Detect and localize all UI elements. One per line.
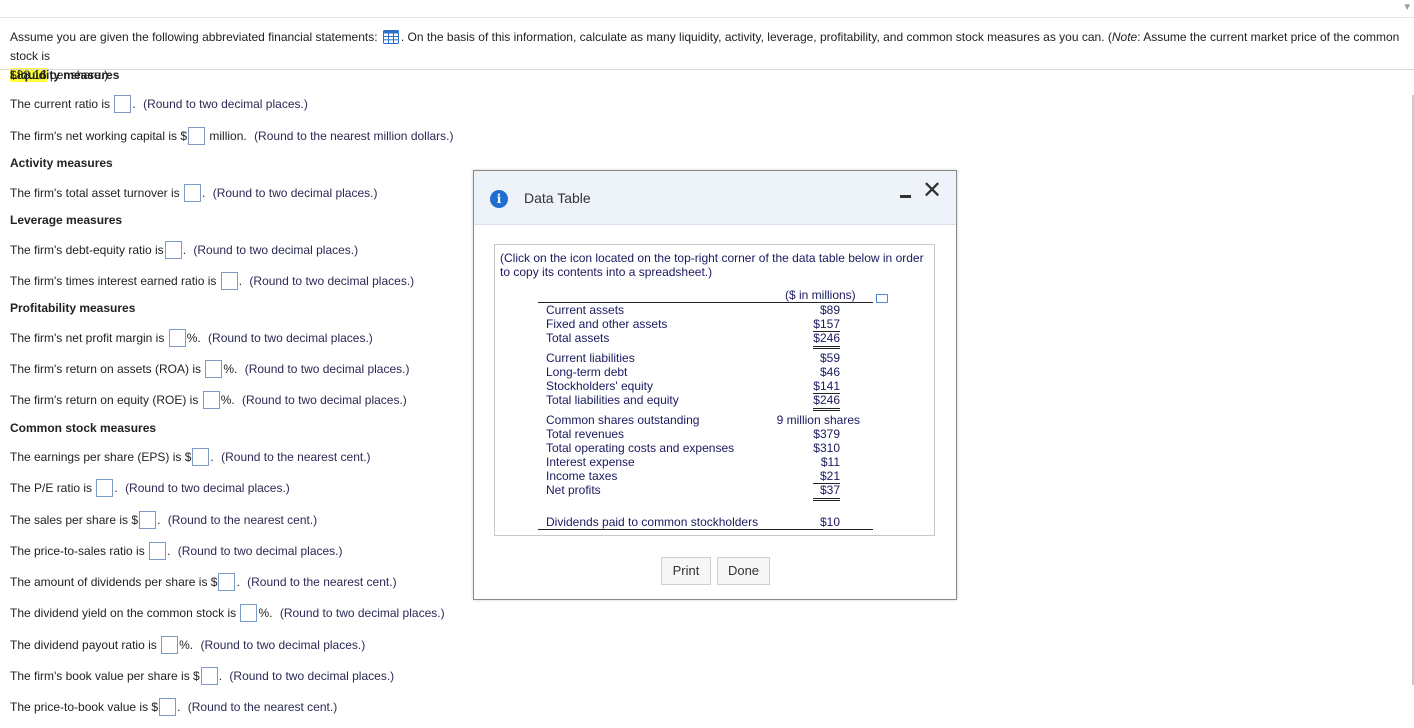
modal-title: Data Table [524,190,591,206]
minimize-button[interactable] [898,183,912,203]
price-to-book-input[interactable] [159,698,177,716]
row-value: $379 [813,427,840,441]
row-label: Total assets [546,331,610,345]
row-label: Stockholders' equity [546,379,654,393]
section-liquidity: Liquidity measures [10,68,120,82]
debt-equity-line: The firm's debt-equity ratio is. (Round … [10,241,359,259]
top-bar [0,0,1414,18]
roe-input[interactable] [202,391,220,409]
dividends-per-share-line: The amount of dividends per share is $. … [10,573,397,591]
eps-line: The earnings per share (EPS) is $. (Roun… [10,448,371,466]
note-word: Note [1111,30,1138,44]
double-rule [813,498,840,499]
sales-per-share-line: The sales per share is $. (Round to the … [10,511,318,529]
row-label: Interest expense [546,455,635,469]
row-value: $59 [819,351,840,365]
current-ratio-line: The current ratio is . (Round to two dec… [10,95,308,113]
data-table-icon[interactable] [382,30,399,44]
book-value-per-share-input[interactable] [200,667,218,685]
section-profitability: Profitability measures [10,301,136,315]
modal-header: i Data Table ✕ [474,171,956,225]
total-asset-turnover-line: The firm's total asset turnover is . (Ro… [10,184,378,202]
total-asset-turnover-input[interactable] [184,184,202,202]
row-value: $89 [819,303,840,317]
question-divider [0,69,1414,70]
double-rule [813,408,840,409]
double-rule [813,348,840,349]
dividend-yield-input[interactable] [240,604,258,622]
double-rule [813,500,840,501]
row-value: $246 [813,393,840,407]
row-value: $141 [813,379,840,393]
roe-line: The firm's return on equity (ROE) is %. … [10,391,407,409]
row-label: Net profits [546,483,601,497]
row-value: $157 [813,317,840,331]
row-value: $10 [819,515,840,529]
net-working-capital-line: The firm's net working capital is $ mill… [10,127,454,145]
book-value-per-share-line: The firm's book value per share is $. (R… [10,667,395,685]
double-rule [813,346,840,347]
copy-instructions: (Click on the icon located on the top-ri… [500,251,924,279]
row-label: Dividends paid to common stockholders [546,515,759,529]
debt-equity-input[interactable] [164,241,182,259]
row-value: $46 [819,365,840,379]
row-label: Common shares outstanding [546,413,700,427]
times-interest-earned-input[interactable] [220,272,238,290]
eps-input[interactable] [192,448,210,466]
roa-line: The firm's return on assets (ROA) is %. … [10,360,410,378]
row-label: Total operating costs and expenses [546,441,735,455]
price-to-book-line: The price-to-book value is $. (Round to … [10,698,338,716]
row-value: $310 [813,441,840,455]
double-rule [813,410,840,411]
dividends-per-share-input[interactable] [218,573,236,591]
data-table-panel: (Click on the icon located on the top-ri… [494,244,935,536]
dividend-payout-input[interactable] [161,636,179,654]
price-to-sales-line: The price-to-sales ratio is . (Round to … [10,542,343,560]
question-part2: . On the basis of this information, calc… [400,30,1112,44]
scroll-arrow-icon[interactable]: ▾ [1404,0,1410,13]
row-value: 9 million shares [776,413,860,427]
row-label: Total revenues [546,427,625,441]
sales-per-share-input[interactable] [139,511,157,529]
row-value: $246 [813,331,840,345]
section-activity: Activity measures [10,156,113,170]
units-header: ($ in millions) [785,288,856,302]
dividend-payout-line: The dividend payout ratio is %. (Round t… [10,636,366,654]
pe-ratio-line: The P/E ratio is . (Round to two decimal… [10,479,290,497]
roa-input[interactable] [205,360,223,378]
row-label: Current assets [546,303,625,317]
question-text: Assume you are given the following abbre… [10,28,1410,85]
row-value: $37 [819,483,840,497]
row-label: Current liabilities [546,351,635,365]
footer-rule [538,529,873,530]
section-common-stock: Common stock measures [10,421,157,435]
row-label: Fixed and other assets [546,317,668,331]
minimize-icon [900,195,911,198]
close-button[interactable]: ✕ [922,179,942,203]
row-label: Total liabilities and equity [546,393,679,407]
print-button[interactable]: Print [661,557,711,585]
row-value: $21 [819,469,840,483]
pe-ratio-input[interactable] [96,479,114,497]
section-leverage: Leverage measures [10,213,123,227]
info-icon: i [490,190,508,208]
done-button[interactable]: Done [717,557,770,585]
row-label: Long-term debt [546,365,628,379]
copy-to-spreadsheet-icon[interactable] [876,294,888,303]
times-interest-earned-line: The firm's times interest earned ratio i… [10,272,415,290]
dividend-yield-line: The dividend yield on the common stock i… [10,604,445,622]
row-value: $11 [820,455,840,469]
current-ratio-input[interactable] [114,95,132,113]
question-part1: Assume you are given the following abbre… [10,30,378,44]
data-table-modal: i Data Table ✕ (Click on the icon locate… [473,170,957,600]
net-profit-margin-input[interactable] [168,329,186,347]
price-to-sales-input[interactable] [149,542,167,560]
net-working-capital-input[interactable] [188,127,206,145]
net-profit-margin-line: The firm's net profit margin is %. (Roun… [10,329,373,347]
row-label: Income taxes [546,469,618,483]
